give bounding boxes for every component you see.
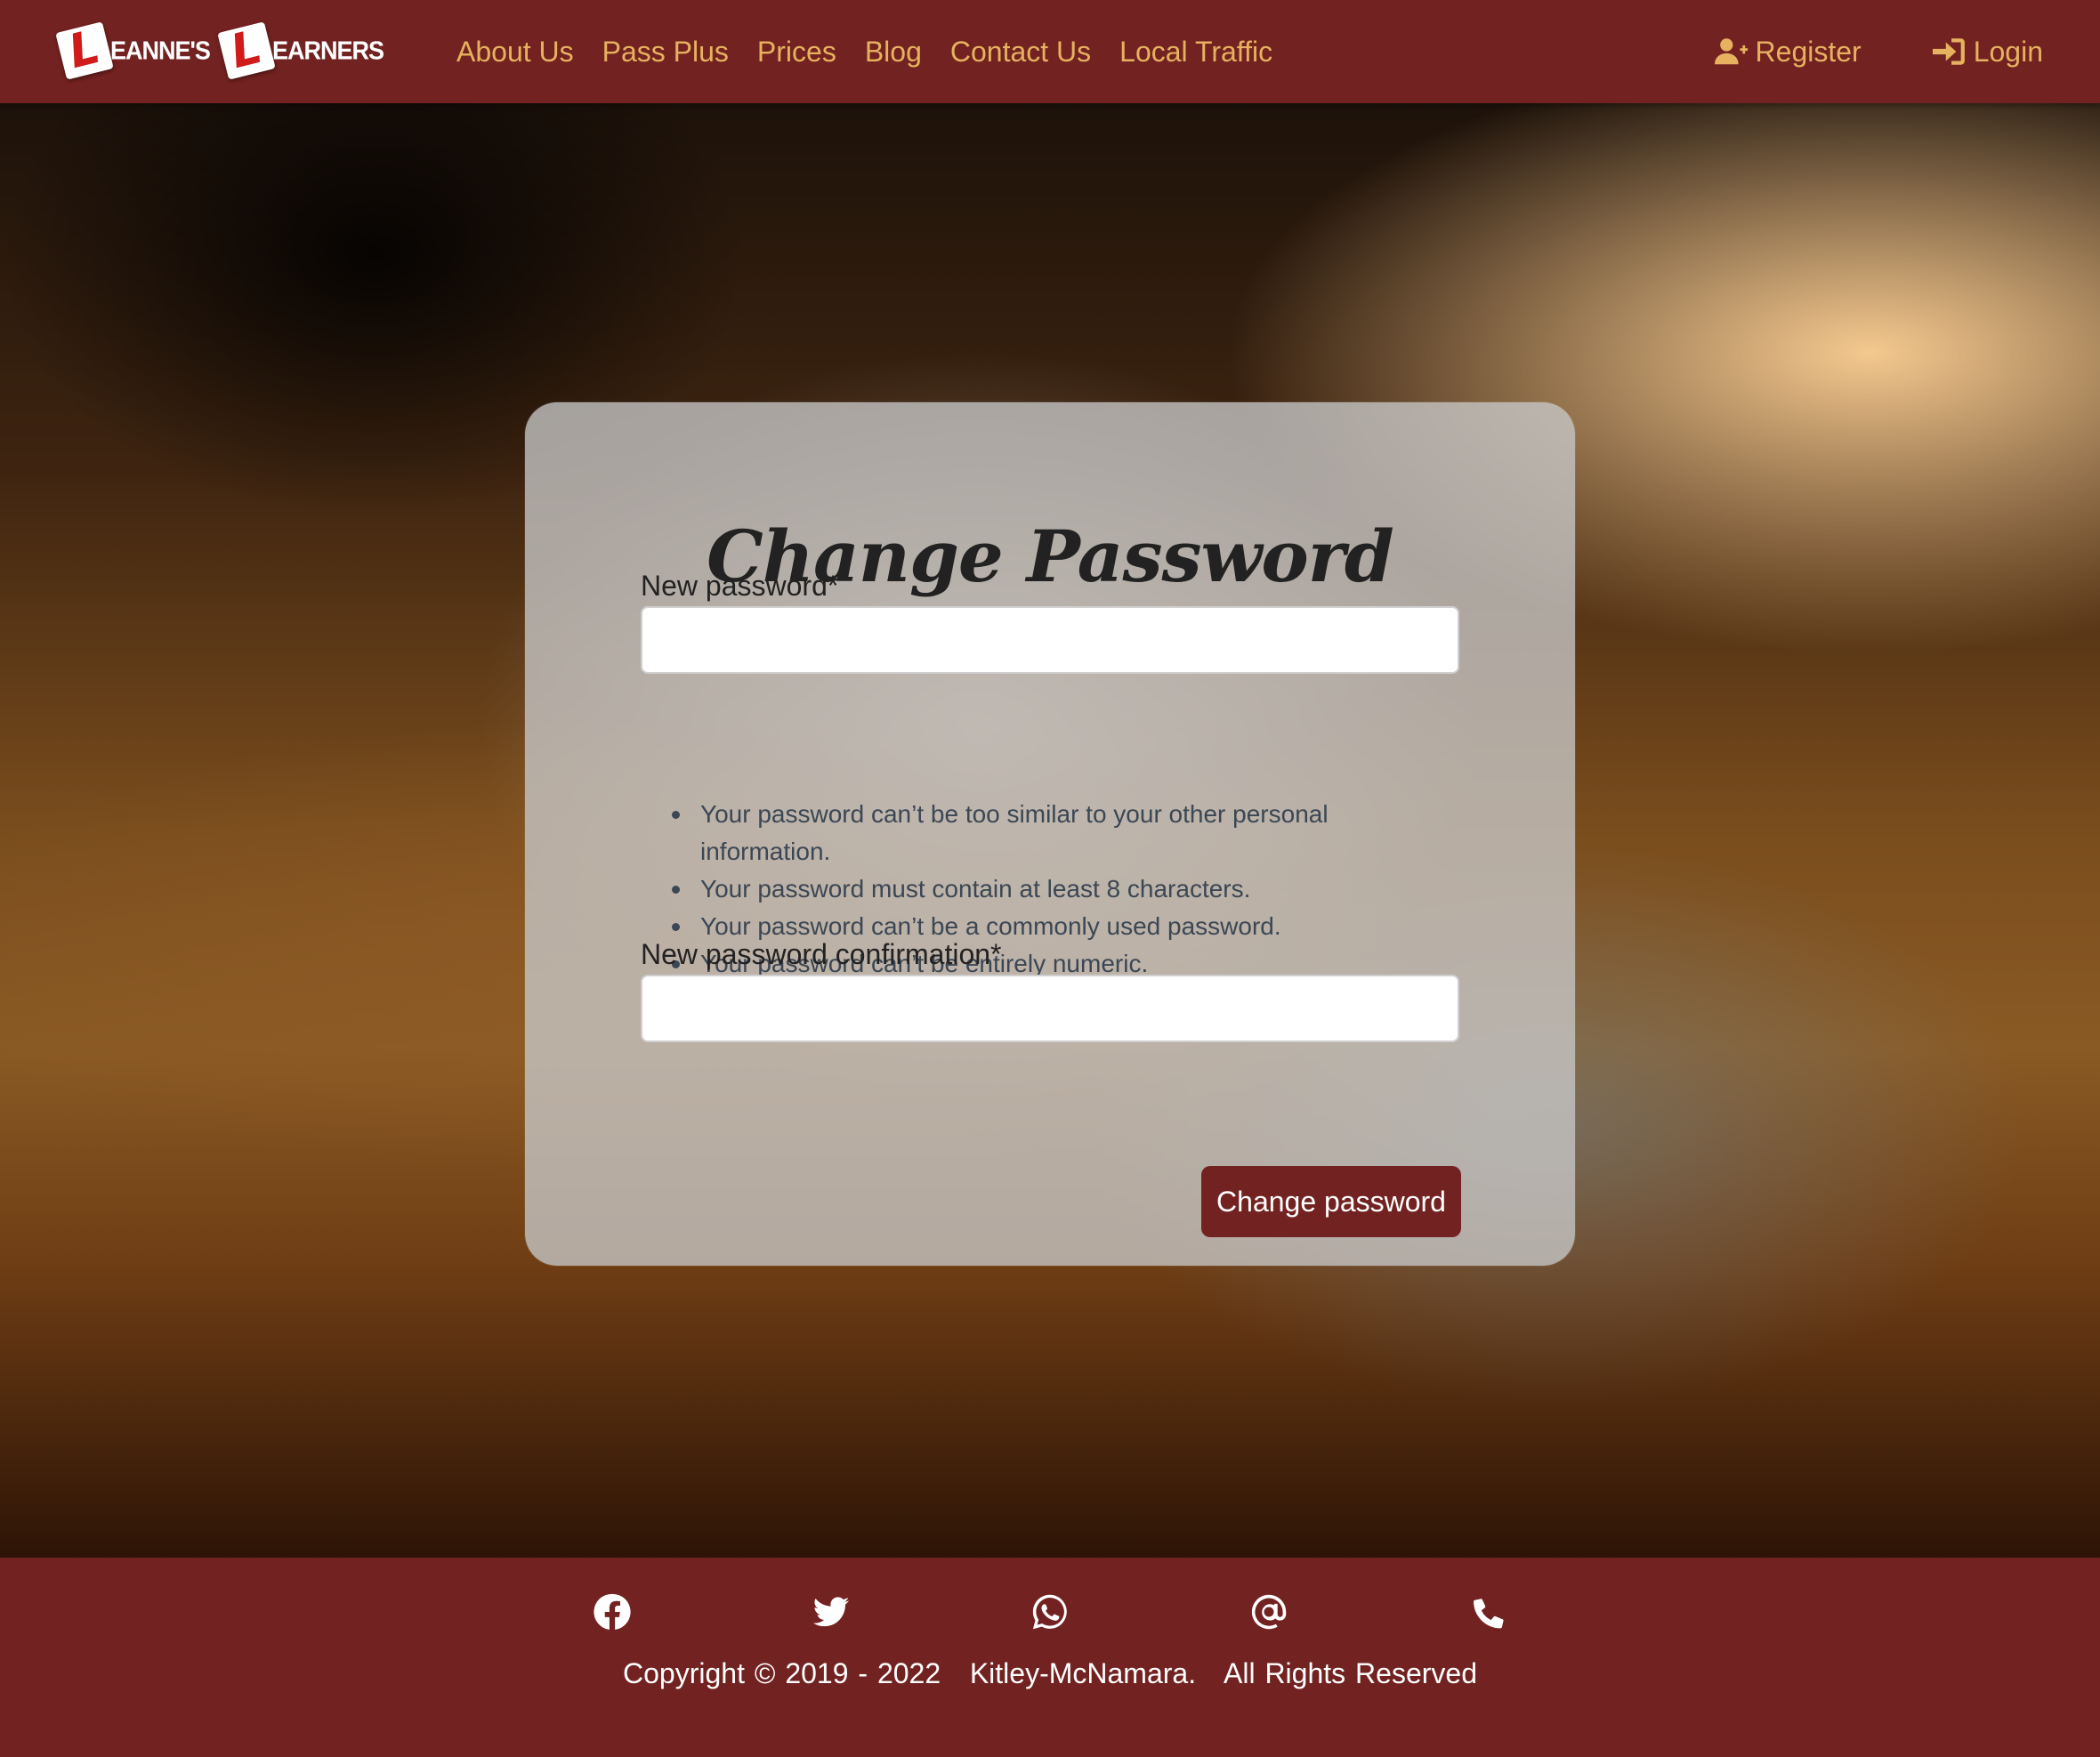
brand-logo[interactable]: L EANNE'S L EARNERS: [55, 20, 396, 82]
email-link[interactable]: [1241, 1584, 1296, 1640]
nav-link-prices[interactable]: Prices: [757, 36, 836, 69]
register-link[interactable]: Register: [1714, 35, 1862, 69]
login-link[interactable]: Login: [1932, 35, 2043, 69]
nav-link-contact-us[interactable]: Contact Us: [950, 36, 1091, 69]
l-plate-icon: L: [217, 20, 276, 80]
login-label: Login: [1973, 35, 2043, 68]
change-password-button[interactable]: Change password: [1201, 1166, 1461, 1237]
copyright-text: Copyright © 2019 - 2022 Kitley-McNamara.…: [623, 1657, 1477, 1689]
footer: Copyright © 2019 - 2022 Kitley-McNamara.…: [0, 1558, 2100, 1757]
register-label: Register: [1755, 35, 1862, 68]
nav-link-about-us[interactable]: About Us: [456, 36, 574, 69]
phone-link[interactable]: [1460, 1584, 1515, 1640]
nav-link-pass-plus[interactable]: Pass Plus: [602, 36, 729, 69]
twitter-link[interactable]: [804, 1584, 859, 1640]
phone-icon: [1474, 1599, 1504, 1629]
sign-in-icon: [1932, 38, 1965, 65]
help-item: Your password must contain at least 8 ch…: [672, 870, 1437, 908]
confirm-password-input[interactable]: [641, 975, 1459, 1042]
brand-word-second: EARNERS: [271, 36, 384, 65]
new-password-label: New password*: [641, 570, 839, 602]
whatsapp-link[interactable]: [1022, 1584, 1078, 1640]
twitter-icon: [812, 1597, 850, 1627]
navbar: L EANNE'S L EARNERS About Us Pass Plus P…: [0, 0, 2100, 103]
facebook-link[interactable]: [585, 1584, 640, 1640]
new-password-input[interactable]: [641, 606, 1459, 674]
brand-word-first: EANNE'S: [110, 36, 211, 65]
main-nav: About Us Pass Plus Prices Blog Contact U…: [456, 0, 1301, 103]
change-password-card: Change Password New password* Your passw…: [525, 402, 1575, 1266]
help-item: Your password can’t be too similar to yo…: [672, 796, 1437, 870]
at-sign-icon: [1251, 1594, 1287, 1630]
confirm-password-label: New password confirmation*: [641, 938, 1002, 970]
whatsapp-icon: [1032, 1594, 1067, 1630]
nav-link-blog[interactable]: Blog: [865, 36, 922, 69]
facebook-icon: [594, 1593, 631, 1630]
nav-link-local-traffic[interactable]: Local Traffic: [1119, 36, 1272, 69]
account-nav: Register Login: [1644, 0, 2043, 103]
hero-background: Change Password New password* Your passw…: [0, 103, 2100, 1558]
user-plus-icon: [1714, 38, 1748, 65]
l-plate-icon: L: [55, 20, 114, 80]
